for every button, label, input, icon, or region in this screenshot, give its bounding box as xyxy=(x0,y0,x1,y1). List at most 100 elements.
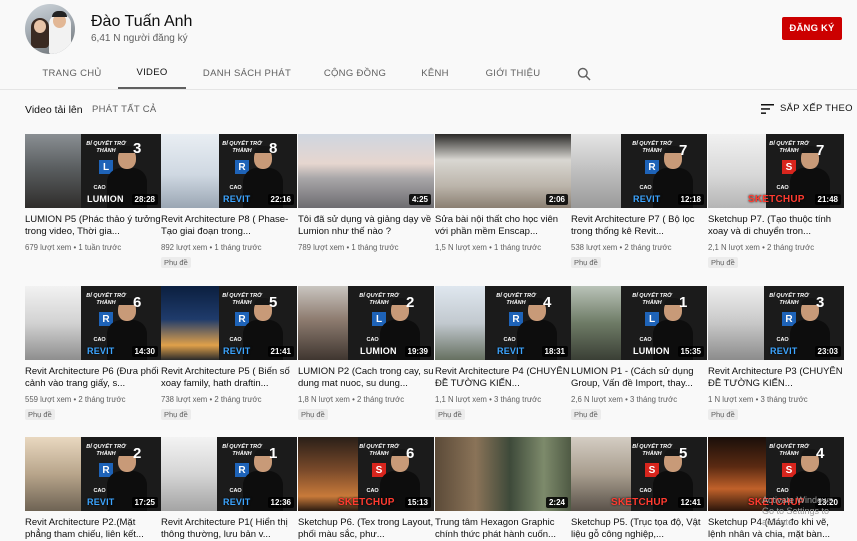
tab-playlists[interactable]: DANH SÁCH PHÁT xyxy=(196,58,298,89)
tab-channels[interactable]: KÊNH xyxy=(413,58,457,89)
video-card[interactable]: BÍ QUYẾT TRỞ THÀNH CAO THỦ S SKETCHUP 5 12:41… xyxy=(571,437,707,541)
play-all-button[interactable]: PHÁT TẤT CẢ xyxy=(92,104,157,115)
video-thumbnail[interactable]: BÍ QUYẾT TRỞ THÀNH CAO THỦ R REVIT 5 21:41 xyxy=(161,286,297,360)
video-card[interactable]: BÍ QUYẾT TRỞ THÀNH CAO THỦ R REVIT 2 17:25 Rev… xyxy=(25,437,161,541)
video-card[interactable]: 2:24 Trung tâm Hexagon Graphic chính thức… xyxy=(435,437,571,541)
meta-separator: • xyxy=(622,395,630,404)
section-title: Video tải lên xyxy=(25,104,83,116)
video-title[interactable]: Revit Architecture P7 ( Bộ lọc trong thố… xyxy=(571,214,707,238)
video-title[interactable]: Revit Architecture P2.(Mặt phẳng tham ch… xyxy=(25,517,161,541)
subscriber-count: 6,41 N người đăng ký xyxy=(91,33,188,44)
thumbnail-product-label: REVIT xyxy=(223,497,251,507)
video-title[interactable]: Revit Architecture P6 (Đưa phối cảnh vào… xyxy=(25,366,161,390)
subtitle-badge: Phụ đề xyxy=(708,409,738,420)
video-duration: 19:39 xyxy=(404,346,431,357)
video-thumbnail[interactable]: 4:25 xyxy=(298,134,434,208)
video-card[interactable]: BÍ QUYẾT TRỞ THÀNH CAO THỦ S SKETCHUP 7 21:48… xyxy=(708,134,844,270)
tab-community[interactable]: CỘNG ĐỒNG xyxy=(318,58,392,89)
video-thumbnail[interactable]: BÍ QUYẾT TRỞ THÀNH CAO THỦ S SKETCHUP 5 12:41 xyxy=(571,437,707,511)
thumbnail-part-number: 1 xyxy=(269,445,278,462)
channel-avatar[interactable] xyxy=(25,4,75,54)
subtitle-badge: Phụ đề xyxy=(571,409,601,420)
video-duration: 12:36 xyxy=(267,497,294,508)
video-thumbnail[interactable]: BÍ QUYẾT TRỞ THÀNH CAO THỦ R REVIT 4 18:31 xyxy=(435,286,571,360)
video-title[interactable]: Sketchup P5. (Trục tọa độ, Vật liệu gỗ c… xyxy=(571,517,707,541)
video-thumbnail[interactable]: BÍ QUYẾT TRỞ THÀNH CAO THỦ S SKETCHUP 7 21:48 xyxy=(708,134,844,208)
upload-age: 2 tháng trước xyxy=(767,243,815,252)
video-title[interactable]: Revit Architecture P3 (CHUYÊN ĐỀ TƯỜNG K… xyxy=(708,366,844,390)
video-card[interactable]: BÍ QUYẾT TRỞ THÀNH CAO THỦ S SKETCHUP 6 15:13… xyxy=(298,437,434,541)
video-thumbnail[interactable]: BÍ QUYẾT TRỞ THÀNH CAO THỦ L LUMION 1 15:35 xyxy=(571,286,707,360)
meta-separator: • xyxy=(486,243,494,252)
video-meta: 789 lượt xem • 1 tháng trước xyxy=(298,243,434,252)
thumbnail-product-label: REVIT xyxy=(497,346,525,356)
subtitle-badge: Phụ đề xyxy=(161,257,191,268)
tab-videos[interactable]: VIDEO xyxy=(118,58,186,89)
sort-button[interactable]: SẮP XẾP THEO xyxy=(761,103,853,114)
video-card[interactable]: 4:25 Tôi đã sử dụng và giảng dạy về Lumio… xyxy=(298,134,434,252)
view-count: 679 lượt xem xyxy=(25,243,72,252)
video-meta: 738 lượt xem • 2 tháng trước xyxy=(161,395,297,404)
video-thumbnail[interactable]: BÍ QUYẾT TRỞ THÀNH CAO THỦ L LUMION 2 19:39 xyxy=(298,286,434,360)
search-icon[interactable] xyxy=(577,67,591,81)
upload-age: 2 tháng trước xyxy=(624,243,672,252)
video-title[interactable]: LUMION P1 - (Cách sử dụng Group, Vấn đề … xyxy=(571,366,707,390)
video-title[interactable]: LUMION P5 (Phác thảo ý tưởng trong video… xyxy=(25,214,161,238)
video-duration: 2:24 xyxy=(545,497,568,508)
subtitle-badge: Phụ đề xyxy=(708,257,738,268)
video-title[interactable]: LUMION P2 (Cach trong cay, su dung mat n… xyxy=(298,366,434,390)
video-thumbnail[interactable]: 2:06 xyxy=(435,134,571,208)
video-card[interactable]: BÍ QUYẾT TRỞ THÀNH CAO THỦ L LUMION 1 15:35 LU… xyxy=(571,286,707,422)
video-duration: 18:31 xyxy=(541,346,568,357)
tab-about[interactable]: GIỚI THIỆU xyxy=(478,58,548,89)
channel-name: Đào Tuấn Anh xyxy=(91,13,193,30)
thumbnail-part-number: 7 xyxy=(679,142,688,159)
video-card[interactable]: BÍ QUYẾT TRỞ THÀNH CAO THỦ R REVIT 5 21:41 Rev… xyxy=(161,286,297,422)
video-title[interactable]: Tôi đã sử dụng và giảng dạy về Lumion nh… xyxy=(298,214,434,238)
video-card[interactable]: BÍ QUYẾT TRỞ THÀNH CAO THỦ L LUMION 3 28:28 LU… xyxy=(25,134,161,252)
video-thumbnail[interactable]: BÍ QUYẾT TRỞ THÀNH CAO THỦ R REVIT 7 12:18 xyxy=(571,134,707,208)
video-thumbnail[interactable]: 2:24 xyxy=(435,437,571,511)
video-thumbnail[interactable]: BÍ QUYẾT TRỞ THÀNH CAO THỦ S SKETCHUP 6 15:13 xyxy=(298,437,434,511)
video-card[interactable]: BÍ QUYẾT TRỞ THÀNH CAO THỦ L LUMION 2 19:39 LU… xyxy=(298,286,434,422)
video-duration: 12:18 xyxy=(677,194,704,205)
video-duration: 15:35 xyxy=(677,346,704,357)
video-thumbnail[interactable]: BÍ QUYẾT TRỞ THÀNH CAO THỦ R REVIT 8 22:16 xyxy=(161,134,297,208)
video-title[interactable]: Revit Architecture P4 (CHUYÊN ĐỀ TƯỜNG K… xyxy=(435,366,571,390)
view-count: 789 lượt xem xyxy=(298,243,345,252)
video-thumbnail[interactable]: BÍ QUYẾT TRỞ THÀNH CAO THỦ L LUMION 3 28:28 xyxy=(25,134,161,208)
video-title[interactable]: Trung tâm Hexagon Graphic chính thức phá… xyxy=(435,517,571,541)
video-title[interactable]: Revit Architecture P8 ( Phase- Tạo giai … xyxy=(161,214,297,238)
thumbnail-part-number: 4 xyxy=(816,445,825,462)
video-card[interactable]: BÍ QUYẾT TRỞ THÀNH CAO THỦ R REVIT 1 12:36 Rev… xyxy=(161,437,297,541)
video-meta: 892 lượt xem • 1 tháng trước xyxy=(161,243,297,252)
video-card[interactable]: 2:06 Sửa bài nội thất cho học viên với ph… xyxy=(435,134,571,252)
video-thumbnail[interactable]: BÍ QUYẾT TRỞ THÀNH CAO THỦ R REVIT 1 12:36 xyxy=(161,437,297,511)
video-card[interactable]: BÍ QUYẾT TRỞ THÀNH CAO THỦ R REVIT 4 18:31 Rev… xyxy=(435,286,571,422)
thumbnail-part-number: 2 xyxy=(406,294,415,311)
thumbnail-part-number: 2 xyxy=(133,445,142,462)
video-thumbnail[interactable]: BÍ QUYẾT TRỞ THÀNH CAO THỦ R REVIT 6 14:30 xyxy=(25,286,161,360)
video-title[interactable]: Revit Architecture P5 ( Biến số xoay fam… xyxy=(161,366,297,390)
video-duration: 15:13 xyxy=(404,497,431,508)
subtitle-badge: Phụ đề xyxy=(571,257,601,268)
meta-separator: • xyxy=(753,395,761,404)
tab-home[interactable]: TRANG CHỦ xyxy=(34,58,110,89)
video-title[interactable]: Revit Architecture P1( Hiển thị thông th… xyxy=(161,517,297,541)
sort-icon xyxy=(761,103,774,114)
video-title[interactable]: Sửa bài nội thất cho học viên với phần m… xyxy=(435,214,571,238)
meta-separator: • xyxy=(349,395,357,404)
subscribe-button[interactable]: ĐĂNG KÝ xyxy=(782,17,842,40)
video-card[interactable]: BÍ QUYẾT TRỞ THÀNH CAO THỦ R REVIT 7 12:18 Rev… xyxy=(571,134,707,270)
video-title[interactable]: Sketchup P7. (Tạo thuộc tính xoay và di … xyxy=(708,214,844,238)
subtitle-badge: Phụ đề xyxy=(298,409,328,420)
video-card[interactable]: BÍ QUYẾT TRỞ THÀNH CAO THỦ R REVIT 3 23:03 Rev… xyxy=(708,286,844,422)
video-card[interactable]: BÍ QUYẾT TRỞ THÀNH CAO THỦ R REVIT 6 14:30 Rev… xyxy=(25,286,161,422)
thumbnail-part-number: 1 xyxy=(679,294,688,311)
video-thumbnail[interactable]: BÍ QUYẾT TRỞ THÀNH CAO THỦ R REVIT 2 17:25 xyxy=(25,437,161,511)
video-duration: 28:28 xyxy=(131,194,158,205)
video-title[interactable]: Sketchup P6. (Tex trong Layout, phối màu… xyxy=(298,517,434,541)
thumbnail-part-number: 7 xyxy=(816,142,825,159)
video-thumbnail[interactable]: BÍ QUYẾT TRỞ THÀNH CAO THỦ R REVIT 3 23:03 xyxy=(708,286,844,360)
video-card[interactable]: BÍ QUYẾT TRỞ THÀNH CAO THỦ R REVIT 8 22:16 Rev… xyxy=(161,134,297,270)
